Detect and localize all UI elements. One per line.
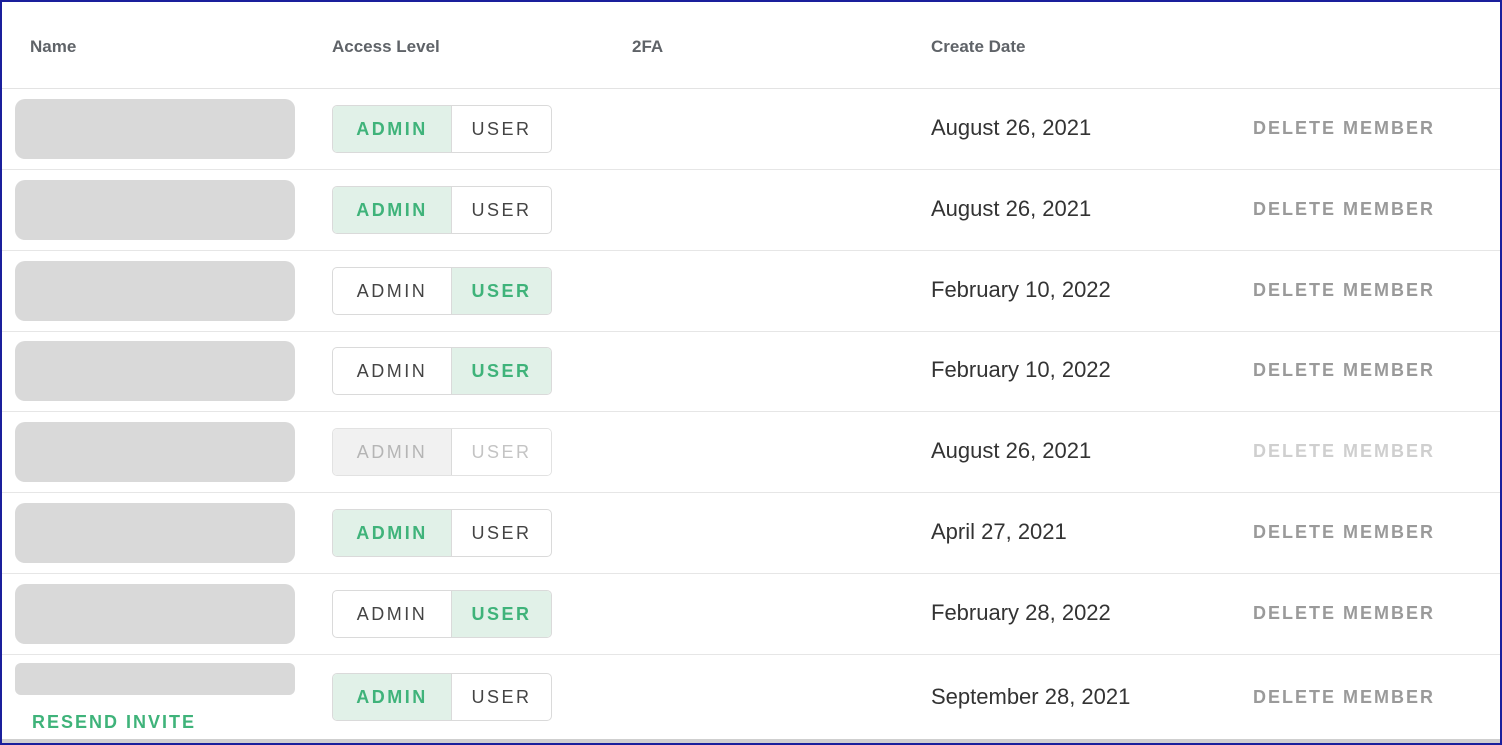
column-header-2fa[interactable]: 2FA bbox=[632, 37, 663, 57]
redacted-name bbox=[15, 180, 295, 240]
table-row: ADMIN USER August 26, 2021 DELETE MEMBER bbox=[2, 89, 1500, 170]
table-row: ADMIN USER February 10, 2022 DELETE MEMB… bbox=[2, 331, 1500, 412]
user-option[interactable]: USER bbox=[452, 510, 551, 556]
table-row: ADMIN USER September 28, 2021 DELETE MEM… bbox=[2, 655, 1500, 743]
create-date: August 26, 2021 bbox=[931, 115, 1092, 140]
delete-member-button[interactable]: DELETE MEMBER bbox=[1253, 118, 1435, 139]
create-date: April 27, 2021 bbox=[931, 519, 1067, 544]
user-option[interactable]: USER bbox=[452, 106, 551, 152]
admin-option[interactable]: ADMIN bbox=[333, 348, 452, 394]
create-date: February 10, 2022 bbox=[931, 277, 1111, 302]
table-row: ADMIN USER February 10, 2022 DELETE MEMB… bbox=[2, 251, 1500, 332]
table-row: ADMIN USER August 26, 2021 DELETE MEMBER bbox=[2, 412, 1500, 493]
create-date: February 10, 2022 bbox=[931, 357, 1111, 382]
delete-member-button[interactable]: DELETE MEMBER bbox=[1253, 360, 1435, 381]
redacted-name bbox=[15, 422, 295, 482]
delete-member-button[interactable]: DELETE MEMBER bbox=[1253, 280, 1435, 301]
create-date: September 28, 2021 bbox=[931, 684, 1131, 709]
admin-option[interactable]: ADMIN bbox=[333, 510, 452, 556]
column-header-name[interactable]: Name bbox=[30, 37, 76, 57]
redacted-name bbox=[15, 503, 295, 563]
access-level-toggle: ADMIN USER bbox=[332, 509, 552, 557]
table-row: ADMIN USER February 28, 2022 DELETE MEMB… bbox=[2, 574, 1500, 655]
access-level-toggle: ADMIN USER bbox=[332, 590, 552, 638]
access-level-toggle: ADMIN USER bbox=[332, 105, 552, 153]
access-level-toggle: ADMIN USER bbox=[332, 347, 552, 395]
delete-member-button: DELETE MEMBER bbox=[1253, 441, 1436, 461]
column-header-access-level[interactable]: Access Level bbox=[332, 37, 440, 57]
user-option[interactable]: USER bbox=[452, 674, 551, 720]
admin-option: ADMIN bbox=[333, 429, 452, 475]
access-level-toggle: ADMIN USER bbox=[332, 267, 552, 315]
redacted-name bbox=[15, 584, 295, 644]
user-option[interactable]: USER bbox=[452, 348, 551, 394]
table-row: ADMIN USER April 27, 2021 DELETE MEMBER bbox=[2, 493, 1500, 574]
create-date: August 26, 2021 bbox=[931, 438, 1092, 463]
create-date: August 26, 2021 bbox=[931, 196, 1092, 221]
user-option[interactable]: USER bbox=[452, 187, 551, 233]
access-level-toggle: ADMIN USER bbox=[332, 186, 552, 234]
delete-member-button[interactable]: DELETE MEMBER bbox=[1253, 603, 1435, 624]
access-level-toggle: ADMIN USER bbox=[332, 673, 552, 721]
access-level-toggle: ADMIN USER bbox=[332, 428, 552, 476]
admin-option[interactable]: ADMIN bbox=[333, 268, 452, 314]
resend-invite-link[interactable]: RESEND INVITE bbox=[32, 712, 196, 733]
redacted-name bbox=[15, 99, 295, 159]
table-header: Name Access Level 2FA Create Date bbox=[2, 2, 1500, 89]
admin-option[interactable]: ADMIN bbox=[333, 106, 452, 152]
column-header-create-date[interactable]: Create Date bbox=[931, 37, 1026, 57]
user-option[interactable]: USER bbox=[452, 591, 551, 637]
user-option[interactable]: USER bbox=[452, 268, 551, 314]
redacted-name bbox=[15, 663, 295, 695]
admin-option[interactable]: ADMIN bbox=[333, 187, 452, 233]
redacted-name bbox=[15, 341, 295, 401]
redacted-name bbox=[15, 261, 295, 321]
admin-option[interactable]: ADMIN bbox=[333, 591, 452, 637]
admin-option[interactable]: ADMIN bbox=[333, 674, 452, 720]
delete-member-button[interactable]: DELETE MEMBER bbox=[1253, 687, 1435, 708]
delete-member-button[interactable]: DELETE MEMBER bbox=[1253, 522, 1435, 543]
create-date: February 28, 2022 bbox=[931, 600, 1111, 625]
user-option: USER bbox=[452, 429, 551, 475]
table-row: ADMIN USER August 26, 2021 DELETE MEMBER bbox=[2, 170, 1500, 251]
members-table: Name Access Level 2FA Create Date ADMIN … bbox=[0, 0, 1502, 745]
horizontal-scrollbar[interactable] bbox=[2, 739, 1500, 743]
delete-member-button[interactable]: DELETE MEMBER bbox=[1253, 199, 1435, 220]
